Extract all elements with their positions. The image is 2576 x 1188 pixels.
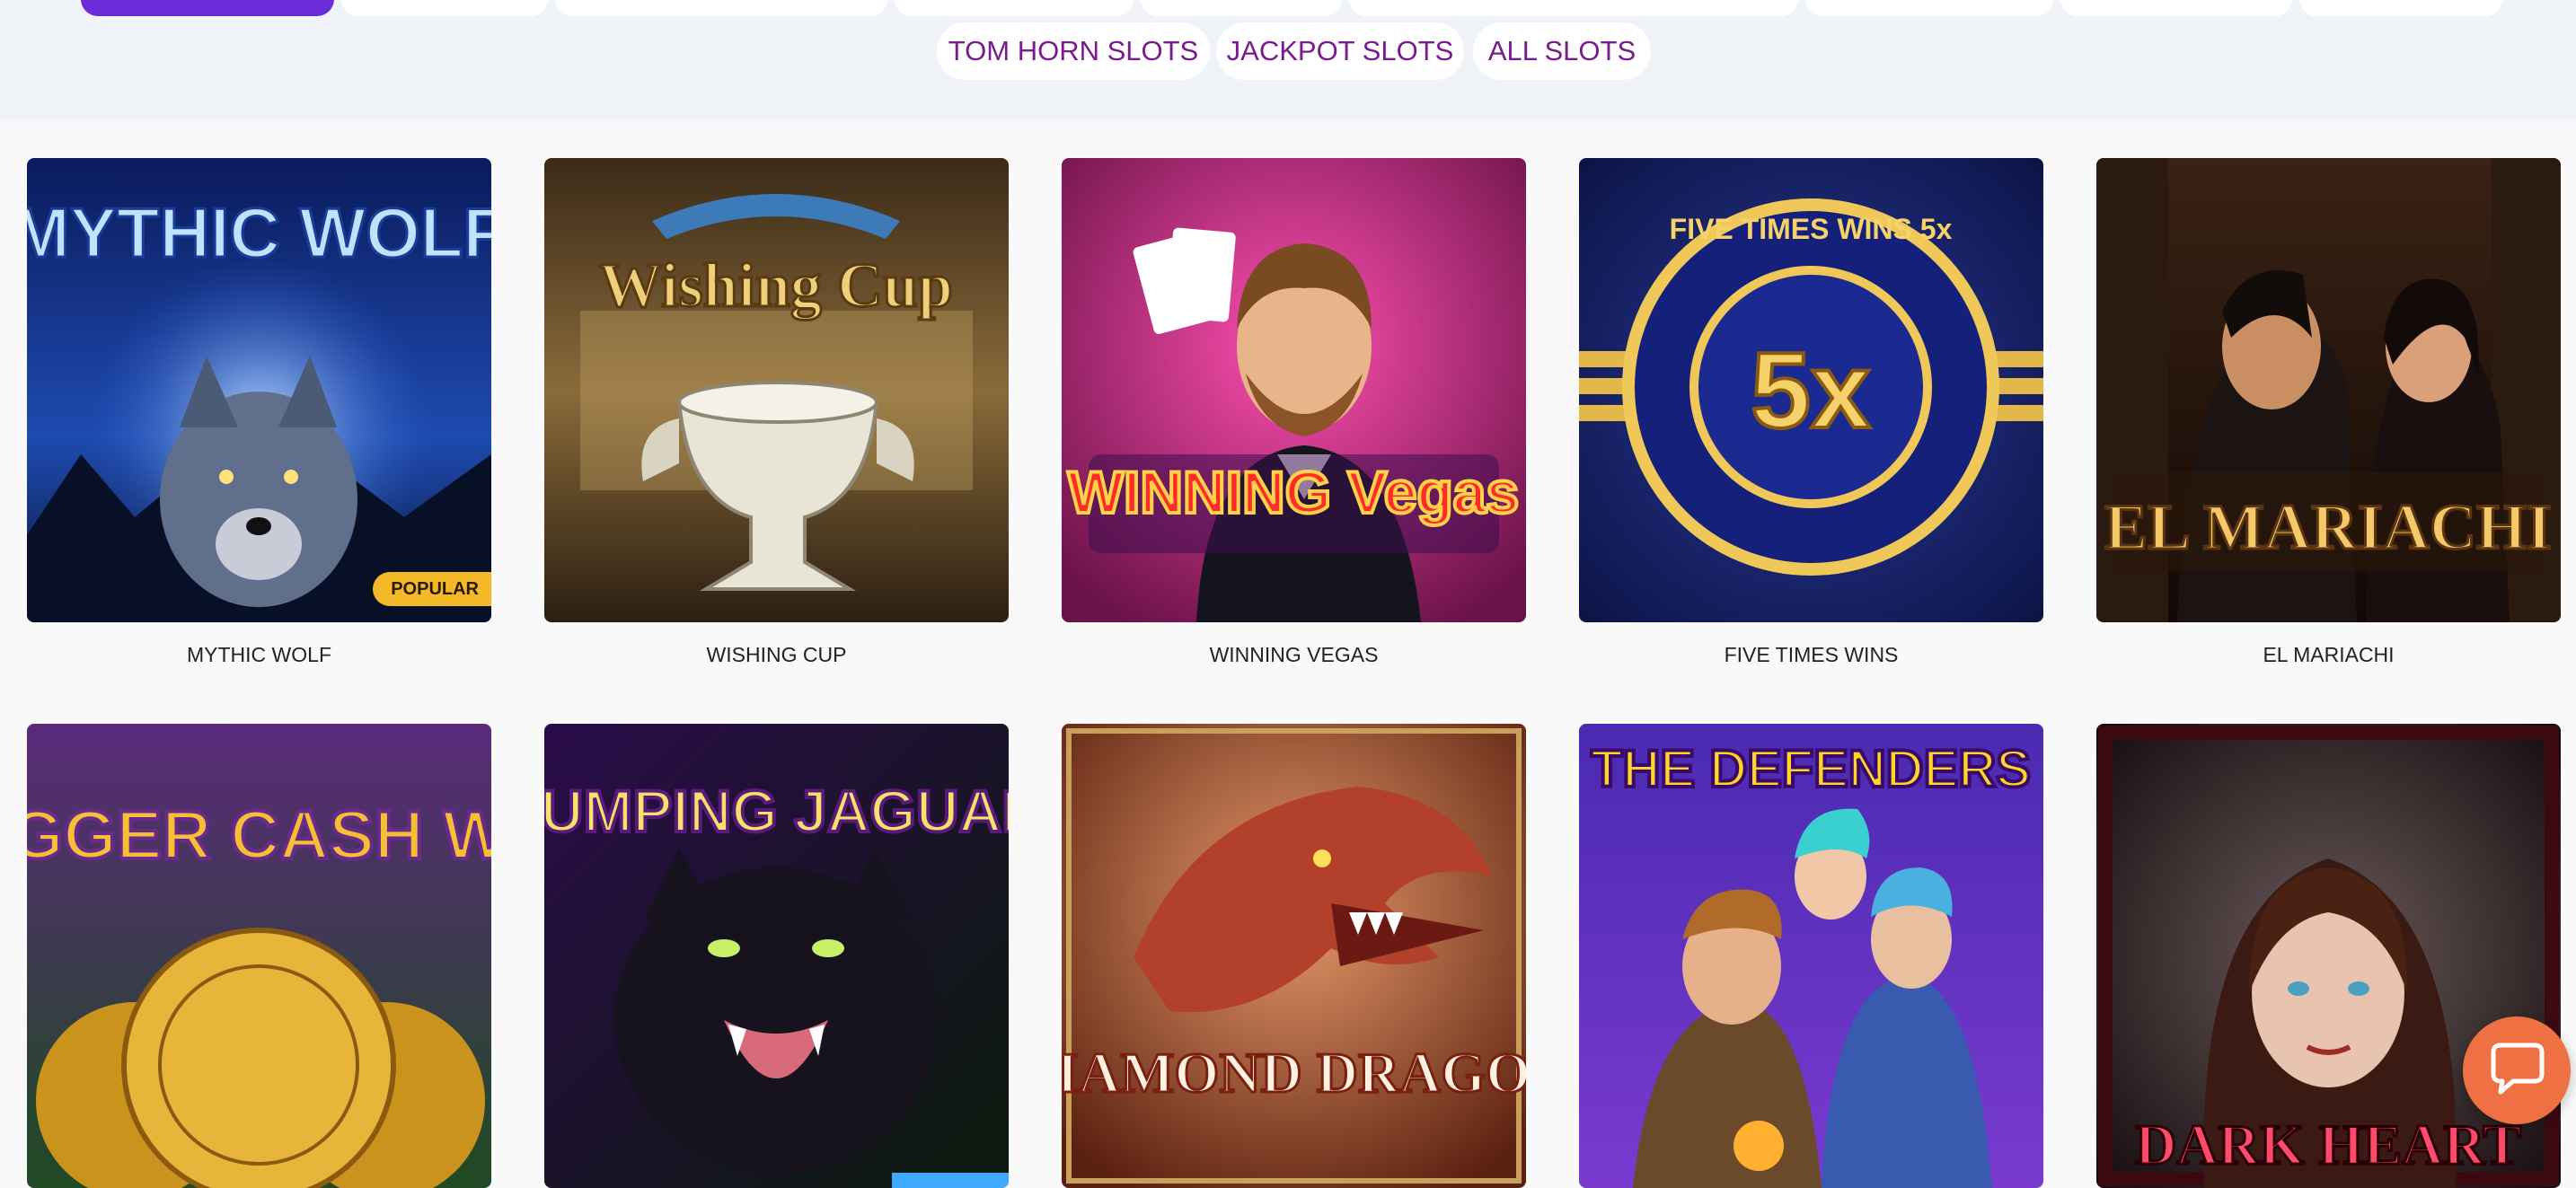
category-filter-bar: TOM HORN SLOTS JACKPOT SLOTS ALL SLOTS (0, 0, 2576, 121)
category-pill[interactable] (1349, 0, 1798, 16)
game-art-title: THE DEFENDERS (1591, 740, 2031, 798)
game-art: MYTHIC WOLF (27, 158, 491, 622)
game-tile-mythic-wolf[interactable]: MYTHIC WOLF POPULAR (27, 158, 491, 622)
game-art: WINNING Vegas (1062, 158, 1526, 622)
category-pill[interactable] (2060, 0, 2292, 16)
game-tile-bigger-cash-win[interactable]: BIGGER CASH WIN (27, 724, 491, 1188)
game-art: JUMPING JAGUAR (544, 724, 1009, 1188)
game-art-title: MYTHIC WOLF (27, 193, 491, 272)
category-pill[interactable] (1805, 0, 2053, 16)
category-pill[interactable] (555, 0, 887, 16)
game-tile-winning-vegas[interactable]: WINNING Vegas (1062, 158, 1526, 622)
category-pill[interactable] (1141, 0, 1342, 16)
game-art: 5x FIVE TIMES WINS 5x (1579, 158, 2043, 622)
filter-pill-tom-horn-slots[interactable]: TOM HORN SLOTS (937, 22, 1210, 80)
game-art-title: FIVE TIMES WINS 5x (1670, 213, 1953, 245)
game-title[interactable]: FIVE TIMES WINS (1579, 643, 2043, 667)
category-pill[interactable] (2299, 0, 2502, 16)
game-title[interactable]: EL MARIACHI (2096, 643, 2561, 667)
game-art: BIGGER CASH WIN (27, 724, 491, 1188)
game-tile-five-times-wins[interactable]: 5x FIVE TIMES WINS 5x (1579, 158, 2043, 622)
live-chat-button[interactable] (2463, 1016, 2571, 1124)
game-art: THE DEFENDERS (1579, 724, 2043, 1188)
popular-badge: POPULAR (373, 572, 491, 606)
game-art-title: Wishing Cup (599, 251, 953, 321)
game-tile-wishing-cup[interactable]: Wishing Cup (544, 158, 1009, 622)
game-tile-the-defenders[interactable]: THE DEFENDERS (1579, 724, 2043, 1188)
filter-pill-all-slots[interactable]: ALL SLOTS (1473, 22, 1651, 80)
game-title[interactable]: MYTHIC WOLF (27, 643, 491, 667)
game-art-title: DIAMOND DRAGON (1062, 1041, 1526, 1104)
game-art-title: EL MARIACHI (2104, 491, 2552, 563)
game-tile-el-mariachi[interactable]: EL MARIACHI (2096, 158, 2561, 622)
game-art: DIAMOND DRAGON (1062, 724, 1526, 1188)
game-art-title: JUMPING JAGUAR (544, 778, 1009, 844)
game-tile-jumping-jaguar[interactable]: JUMPING JAGUAR (544, 724, 1009, 1188)
svg-text:5x: 5x (1751, 330, 1870, 451)
category-pill[interactable] (341, 0, 548, 16)
game-art-title: BIGGER CASH WIN (27, 797, 491, 874)
game-art: Wishing Cup (544, 158, 1009, 622)
game-title[interactable]: WINNING VEGAS (1062, 643, 1526, 667)
game-art-title: WINNING Vegas (1068, 459, 1519, 525)
game-art: EL MARIACHI (2096, 158, 2561, 622)
category-pill[interactable] (895, 0, 1134, 16)
game-title[interactable]: WISHING CUP (544, 643, 1009, 667)
filter-pill-jackpot-slots[interactable]: JACKPOT SLOTS (1216, 22, 1464, 80)
game-tile-diamond-dragon[interactable]: DIAMOND DRAGON (1062, 724, 1526, 1188)
category-pill-active[interactable] (81, 0, 334, 16)
chat-bubble-icon (2491, 1043, 2545, 1095)
